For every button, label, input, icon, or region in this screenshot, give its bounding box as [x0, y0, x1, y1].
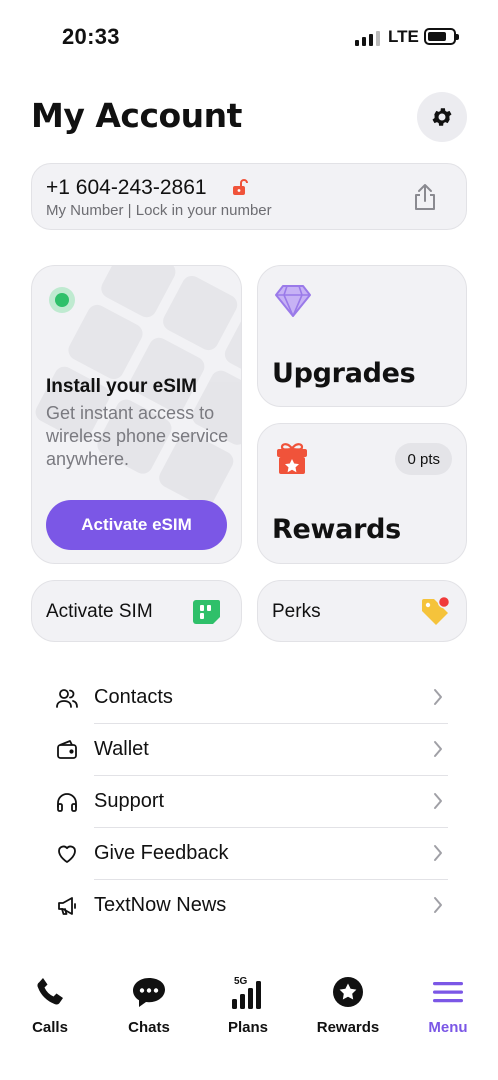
tab-label: Chats	[128, 1019, 170, 1036]
heart-icon	[55, 842, 79, 866]
upgrades-card[interactable]: Upgrades	[257, 265, 467, 407]
price-tag-icon	[422, 595, 451, 625]
chevron-right-icon	[434, 689, 442, 705]
gift-icon	[277, 443, 307, 474]
tab-label: Rewards	[316, 1019, 380, 1036]
menu-item-wallet[interactable]: Wallet	[31, 724, 467, 776]
esim-description: Get instant access to wireless phone ser…	[46, 403, 229, 469]
points-badge: 0 pts	[395, 443, 452, 475]
menu-item-label: Wallet	[94, 738, 149, 760]
signal-strength-icon	[355, 30, 380, 46]
bottom-tab-bar: Calls Chats 5G Plans Rewards Menu	[0, 965, 498, 1045]
tab-label: Calls	[32, 1019, 68, 1036]
phone-number: +1 604-243-2861	[46, 176, 207, 199]
wallet-icon	[55, 738, 79, 762]
tab-label: Menu	[428, 1019, 468, 1036]
chevron-right-icon	[434, 741, 442, 757]
tab-menu[interactable]: Menu	[403, 965, 493, 1045]
activate-sim-button[interactable]: Activate SIM	[31, 580, 242, 642]
menu-item-give-feedback[interactable]: Give Feedback	[31, 828, 467, 880]
page-title: My Account	[31, 96, 242, 135]
activate-sim-label: Activate SIM	[46, 601, 153, 622]
unlocked-lock-icon[interactable]	[231, 178, 249, 196]
battery-icon	[424, 28, 459, 45]
perks-button[interactable]: Perks	[257, 580, 467, 642]
tab-plans[interactable]: 5G Plans	[203, 965, 293, 1045]
esim-title: Install your eSIM	[46, 376, 197, 397]
headphones-icon	[55, 790, 79, 814]
menu-item-label: Give Feedback	[94, 842, 229, 864]
menu-item-label: Contacts	[94, 686, 173, 708]
number-subtitle: My Number | Lock in your number	[46, 202, 272, 219]
chevron-right-icon	[434, 845, 442, 861]
star-badge-icon	[333, 977, 363, 1007]
tab-chats[interactable]: Chats	[104, 965, 194, 1045]
diamond-icon	[275, 285, 311, 317]
account-menu-list: Contacts Wallet Support Give Feedback Te…	[31, 672, 467, 932]
tab-calls[interactable]: Calls	[5, 965, 95, 1045]
settings-button[interactable]	[417, 92, 467, 142]
menu-item-support[interactable]: Support	[31, 776, 467, 828]
chat-icon	[133, 978, 165, 1007]
gear-icon	[432, 108, 452, 126]
rewards-card[interactable]: 0 pts Rewards	[257, 423, 467, 564]
activate-esim-button[interactable]: Activate eSIM	[46, 500, 227, 550]
menu-item-label: TextNow News	[94, 894, 227, 916]
chevron-right-icon	[434, 897, 442, 913]
hamburger-icon	[433, 982, 463, 1003]
tab-rewards[interactable]: Rewards	[303, 965, 393, 1045]
signal-5g-icon: 5G	[232, 976, 261, 1009]
network-type: LTE	[388, 27, 419, 46]
status-time: 20:33	[62, 24, 120, 49]
menu-item-label: Support	[94, 790, 165, 812]
perks-label: Perks	[272, 601, 321, 622]
esim-status-dot-icon	[49, 287, 75, 313]
menu-item-contacts[interactable]: Contacts	[31, 672, 467, 724]
status-bar: 20:33 LTE	[0, 0, 498, 70]
megaphone-icon	[55, 894, 79, 918]
svg-text:5G: 5G	[234, 976, 248, 987]
chevron-right-icon	[434, 793, 442, 809]
my-number-card[interactable]: +1 604-243-2861 My Number | Lock in your…	[31, 163, 467, 230]
tab-label: Plans	[227, 1019, 269, 1036]
menu-item-textnow-news[interactable]: TextNow News	[31, 880, 467, 932]
install-esim-card[interactable]: Install your eSIM Get instant access to …	[31, 265, 242, 564]
upgrades-label: Upgrades	[272, 358, 416, 389]
share-icon[interactable]	[412, 182, 438, 212]
phone-icon	[37, 978, 63, 1005]
contacts-icon	[55, 686, 79, 710]
rewards-label: Rewards	[272, 514, 401, 545]
sim-card-icon	[193, 600, 220, 624]
